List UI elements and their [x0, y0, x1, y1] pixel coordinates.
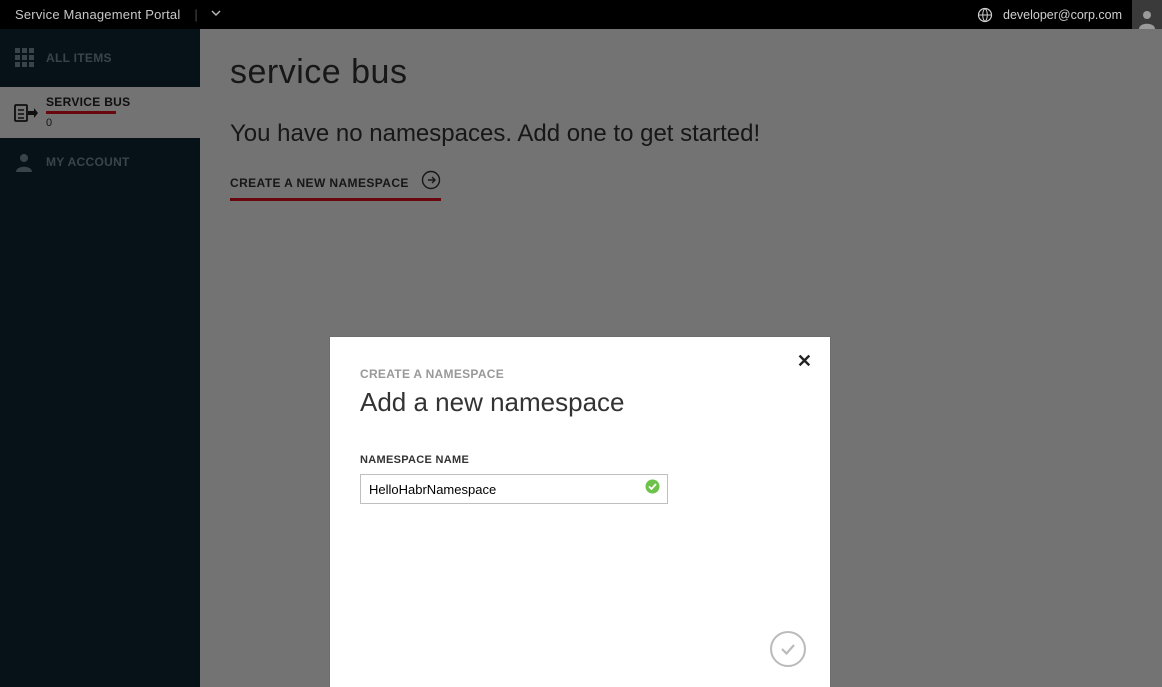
- valid-check-icon: [645, 479, 660, 499]
- top-bar: Service Management Portal | developer@co…: [0, 0, 1162, 29]
- confirm-button[interactable]: [770, 631, 806, 667]
- dialog-breadcrumb: CREATE A NAMESPACE: [360, 367, 800, 381]
- dialog-title: Add a new namespace: [360, 387, 800, 418]
- create-namespace-dialog: ✕ CREATE A NAMESPACE Add a new namespace…: [330, 337, 830, 687]
- checkmark-icon: [778, 639, 798, 659]
- globe-icon[interactable]: [977, 7, 993, 23]
- namespace-name-label: NAMESPACE NAME: [360, 454, 800, 466]
- title-divider: |: [194, 7, 197, 22]
- chevron-down-icon[interactable]: [210, 7, 222, 22]
- user-email[interactable]: developer@corp.com: [1003, 8, 1122, 22]
- portal-title: Service Management Portal: [0, 7, 180, 22]
- close-icon[interactable]: ✕: [797, 351, 812, 372]
- avatar[interactable]: [1132, 0, 1162, 29]
- namespace-name-input[interactable]: [360, 474, 668, 504]
